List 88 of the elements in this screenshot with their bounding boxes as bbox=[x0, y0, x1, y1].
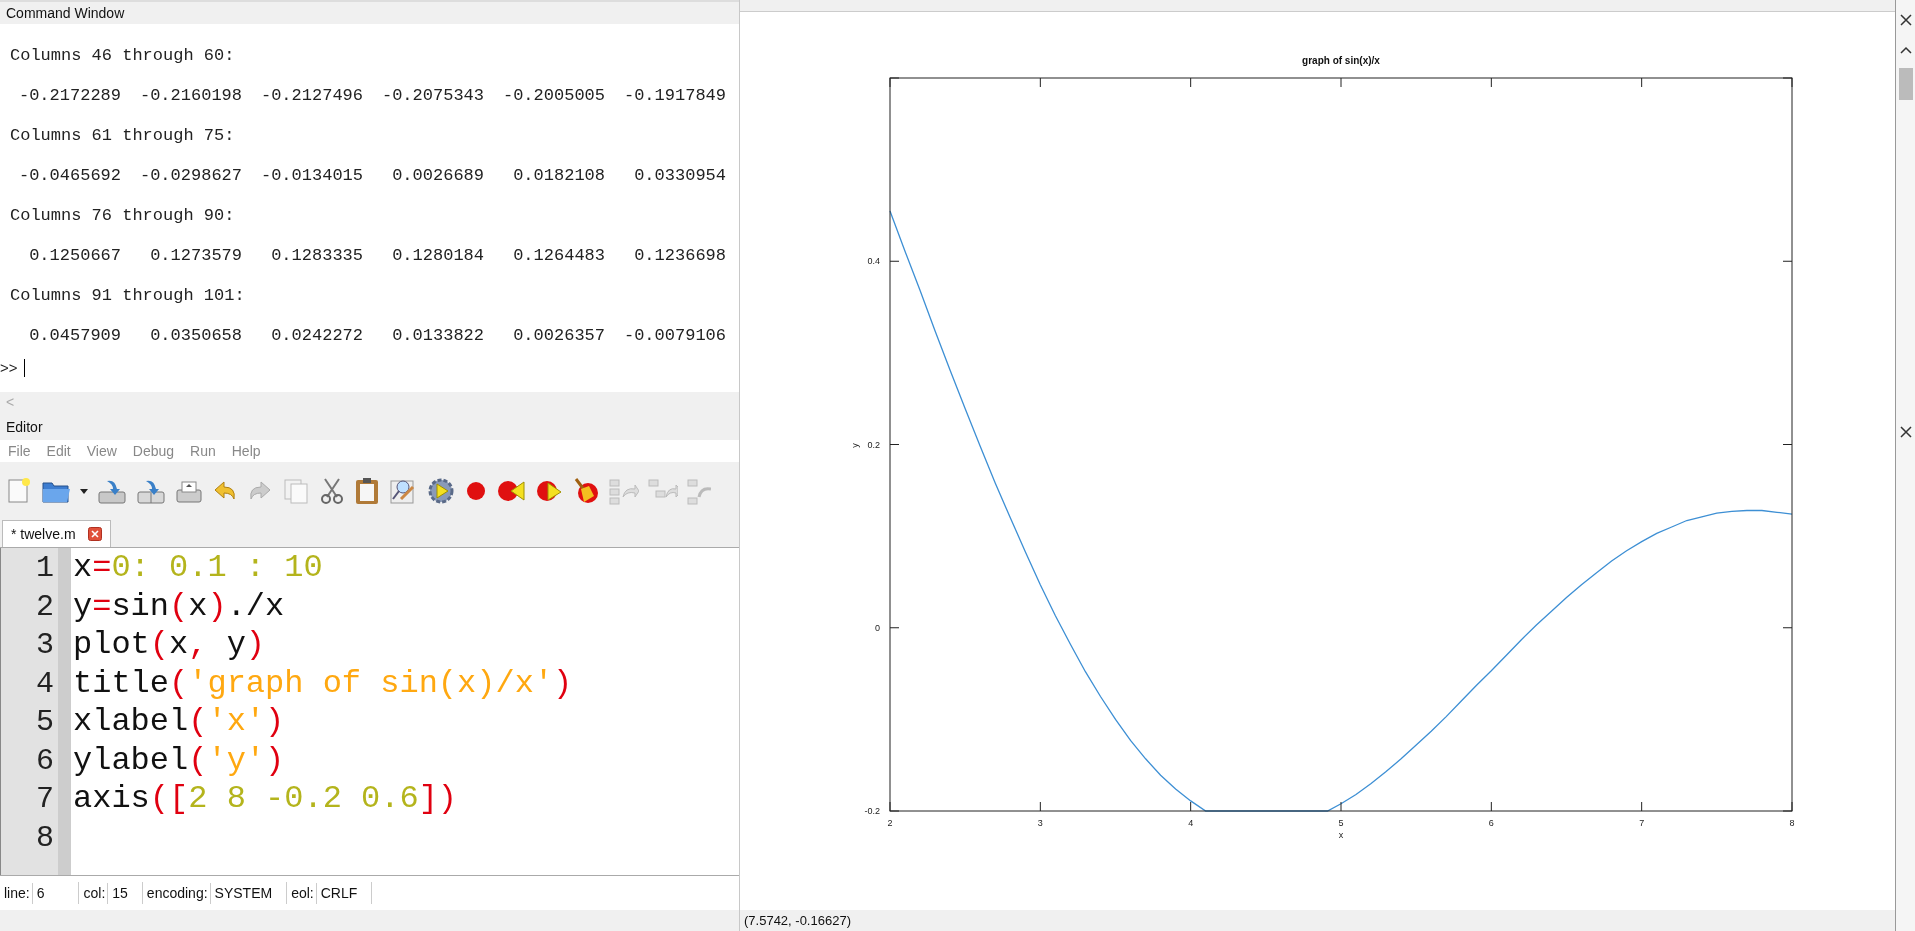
tick-label: 8 bbox=[1789, 818, 1795, 828]
line-number: 6 bbox=[35, 742, 55, 780]
code-line: ylabel('y') bbox=[73, 741, 286, 780]
status-label: eol: bbox=[291, 882, 317, 904]
clipboard-icon[interactable] bbox=[354, 477, 380, 505]
line-number: 5 bbox=[35, 704, 55, 741]
tab-label: * twelve.m bbox=[11, 524, 77, 544]
status-value: 6 bbox=[35, 883, 46, 903]
coordinates-readout: (7.5742, -0.16627) bbox=[744, 911, 851, 930]
line-number: 1 bbox=[35, 550, 55, 587]
code-line: axis([2 8 -0.2 0.6]) bbox=[73, 780, 459, 819]
output-value: 0.0133822 bbox=[391, 326, 484, 347]
output-value: -0.0465692 bbox=[17, 166, 121, 187]
broom-icon[interactable] bbox=[572, 477, 600, 505]
menu-item[interactable]: Help bbox=[231, 440, 261, 462]
chart-title: graph of sin(x)/x bbox=[1302, 55, 1380, 66]
close-icon[interactable] bbox=[1899, 426, 1912, 438]
output-value: 0.0026689 bbox=[391, 166, 484, 187]
scroll-left-arrow[interactable]: < bbox=[6, 391, 15, 413]
panel-title: Editor bbox=[5, 418, 44, 437]
tick-label: 0 bbox=[875, 622, 880, 633]
output-value: -0.0298627 bbox=[138, 166, 242, 187]
output-value: 0.0350658 bbox=[149, 326, 242, 347]
tick-label: -0.2 bbox=[864, 806, 880, 816]
command-prompt: >> bbox=[0, 357, 18, 378]
tick-label: 2 bbox=[887, 818, 893, 828]
output-value: 0.0026357 bbox=[512, 326, 605, 347]
output-value: 0.0457909 bbox=[28, 326, 121, 347]
output-value: 0.1236698 bbox=[633, 246, 726, 267]
find-icon[interactable] bbox=[389, 477, 417, 505]
line-number: 7 bbox=[35, 781, 55, 818]
output-line: Columns 91 through 101: bbox=[9, 286, 246, 307]
status-value: SYSTEM bbox=[213, 883, 274, 903]
status-value: 15 bbox=[111, 883, 129, 903]
code-line: plot(x, y) bbox=[73, 626, 267, 665]
scroll-thumb[interactable] bbox=[1898, 68, 1913, 100]
output-value: 0.1264483 bbox=[512, 246, 605, 267]
code-line: x=0: 0.1 : 10 bbox=[73, 549, 324, 588]
status-label: col: bbox=[83, 882, 109, 904]
menu-item[interactable]: File bbox=[8, 440, 31, 462]
code-line: xlabel('x') bbox=[73, 703, 286, 742]
output-value: -0.2172289 bbox=[17, 86, 121, 107]
line-number: 4 bbox=[35, 665, 55, 703]
output-value: 0.1280184 bbox=[391, 246, 484, 267]
tick-label: 4 bbox=[1188, 818, 1194, 828]
output-value: -0.2160198 bbox=[138, 86, 242, 107]
output-value: -0.0134015 bbox=[259, 166, 363, 187]
line-number: 2 bbox=[35, 588, 55, 626]
output-value: -0.0079106 bbox=[622, 326, 726, 347]
status-value: CRLF bbox=[319, 883, 359, 903]
caret-up-icon[interactable] bbox=[1899, 46, 1912, 54]
output-value: 0.0330954 bbox=[633, 166, 726, 187]
output-value: 0.1283335 bbox=[270, 246, 363, 267]
output-value: 0.1273579 bbox=[149, 246, 242, 267]
gear-play-icon[interactable] bbox=[426, 477, 456, 505]
menu-item[interactable]: Edit bbox=[46, 440, 71, 462]
status-label: line: bbox=[4, 882, 33, 904]
output-line: Columns 76 through 90: bbox=[9, 206, 236, 227]
file-tab[interactable]: * twelve.m bbox=[2, 520, 111, 547]
line-number: 3 bbox=[35, 627, 55, 664]
output-value: -0.1917849 bbox=[622, 86, 726, 107]
status-label: encoding: bbox=[146, 882, 211, 904]
menu-item[interactable]: Debug bbox=[132, 440, 175, 462]
output-value: -0.2075343 bbox=[380, 86, 484, 107]
output-value: 0.1250667 bbox=[28, 246, 121, 267]
output-value: -0.2005005 bbox=[501, 86, 605, 107]
tick-label: 5 bbox=[1338, 818, 1344, 828]
output-line: Columns 61 through 75: bbox=[9, 126, 236, 147]
menu-item[interactable]: View bbox=[86, 440, 117, 462]
output-line: Columns 46 through 60: bbox=[9, 46, 236, 67]
tick-label: 6 bbox=[1488, 818, 1494, 828]
output-value: 0.0242272 bbox=[270, 326, 363, 347]
close-icon[interactable] bbox=[87, 527, 102, 541]
menu-item[interactable]: Run bbox=[190, 440, 216, 462]
line-number: 8 bbox=[35, 819, 55, 857]
tick-label: 0.4 bbox=[867, 256, 880, 267]
tick-label: 3 bbox=[1037, 818, 1043, 828]
code-line: title('graph of sin(x)/x') bbox=[73, 664, 574, 703]
code-line: y=sin(x)./x bbox=[73, 587, 286, 626]
axis-label: x bbox=[1338, 830, 1344, 840]
axis-label: y bbox=[850, 443, 860, 448]
output-value: 0.0182108 bbox=[512, 166, 605, 187]
tick-label: 7 bbox=[1639, 818, 1645, 828]
scissors-icon[interactable] bbox=[319, 477, 345, 505]
text-cursor bbox=[23, 359, 25, 377]
close-icon[interactable] bbox=[1899, 14, 1912, 26]
output-value: -0.2127496 bbox=[259, 86, 363, 107]
tick-label: 0.2 bbox=[867, 439, 880, 450]
